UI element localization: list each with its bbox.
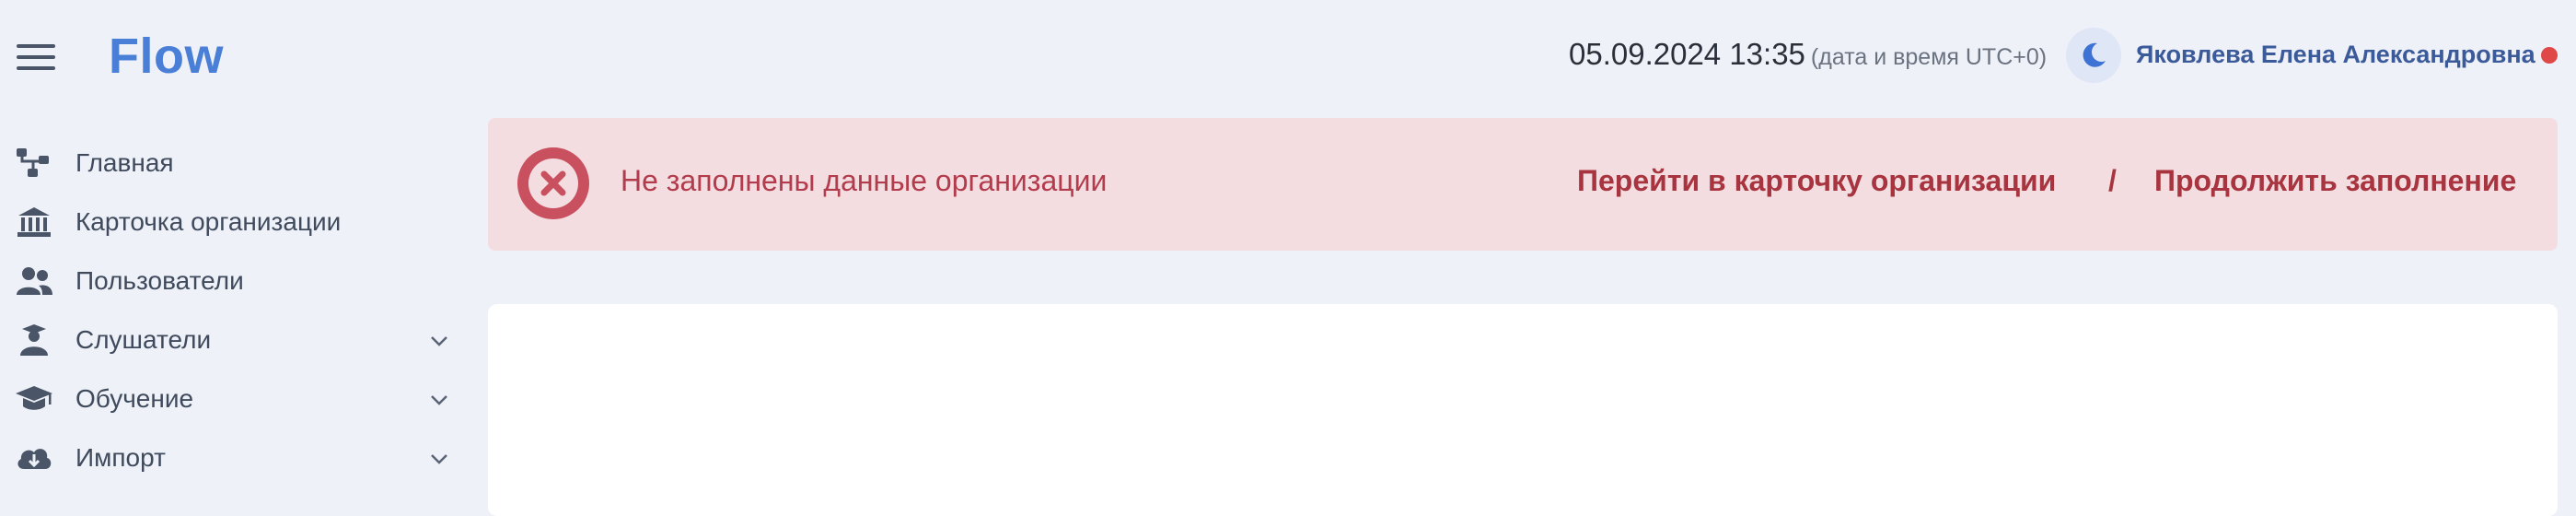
sidebar-item-label: Импорт: [75, 443, 166, 472]
sidebar: Главная Карточка организации Пользовател…: [0, 134, 470, 487]
sidebar-item-label: Обучение: [75, 384, 194, 413]
graduate-user-icon: [20, 324, 48, 356]
datetime-value: 05.09.2024 13:35: [1569, 37, 1805, 71]
sidebar-item-label: Пользователи: [75, 266, 244, 295]
timezone-note: (дата и время UTC+0): [1810, 44, 2048, 70]
sidebar-item-users[interactable]: Пользователи: [0, 252, 470, 311]
alert-separator: /: [2108, 164, 2117, 197]
sitemap-icon: [17, 148, 49, 177]
sidebar-item-label: Карточка организации: [75, 207, 342, 236]
sidebar-item-label: Слушатели: [75, 325, 212, 354]
sidebar-item-label: Главная: [75, 148, 174, 177]
top-bar: Flow 05.09.2024 13:35 (дата и время UTC+0…: [0, 0, 2576, 114]
sidebar-item-listeners[interactable]: Слушатели: [0, 311, 470, 369]
chevron-down-icon[interactable]: [429, 331, 449, 351]
sidebar-item-home[interactable]: Главная: [0, 134, 470, 193]
alert-message: Не заполнены данные организации: [621, 164, 1108, 197]
go-to-organization-card-link[interactable]: Перейти в карточку организации: [1577, 164, 2056, 198]
moon-icon: [2083, 42, 2106, 67]
datetime-display: 05.09.2024 13:35 (дата и время UTC+0): [1569, 37, 2047, 72]
graduation-cap-icon: [16, 386, 52, 410]
content-panel: [488, 304, 2558, 516]
continue-filling-link[interactable]: Продолжить заполнение: [2154, 164, 2516, 198]
error-circle-x-icon: [517, 147, 589, 219]
sidebar-item-organization-card[interactable]: Карточка организации: [0, 193, 470, 252]
hamburger-icon[interactable]: [17, 44, 55, 70]
chevron-down-icon[interactable]: [429, 449, 449, 469]
cloud-download-icon: [17, 449, 52, 469]
status-dot: [2541, 47, 2558, 64]
sidebar-item-import[interactable]: Импорт: [0, 428, 470, 487]
alert-banner: Не заполнены данные организации Перейти …: [488, 118, 2558, 251]
users-icon: [17, 267, 52, 295]
user-name[interactable]: Яковлева Елена Александровна: [2136, 41, 2535, 69]
bank-icon: [17, 207, 51, 237]
theme-toggle-button[interactable]: [2066, 28, 2121, 83]
sidebar-item-learning[interactable]: Обучение: [0, 369, 470, 428]
chevron-down-icon[interactable]: [429, 390, 449, 410]
brand-logo[interactable]: Flow: [109, 28, 224, 85]
